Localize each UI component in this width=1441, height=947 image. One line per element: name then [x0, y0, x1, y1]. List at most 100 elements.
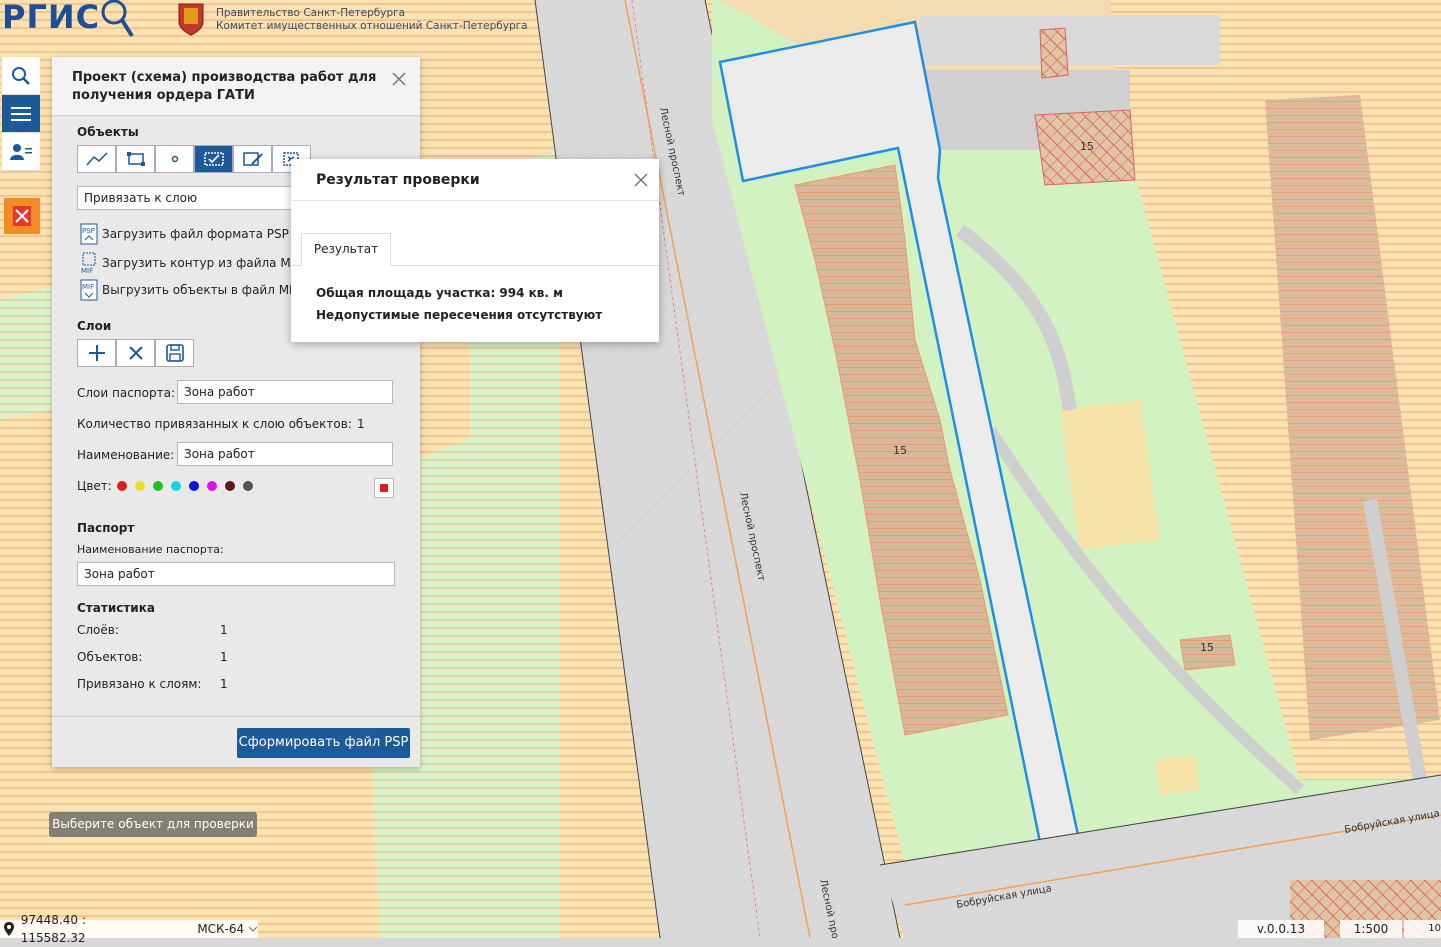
logo-text: РГИС: [2, 0, 101, 36]
passport-layers-select[interactable]: Зона работ: [177, 380, 393, 404]
user-button[interactable]: [2, 133, 40, 171]
load-mif-label: Загрузить контур из файла MIF: [102, 256, 302, 270]
psp-file-icon: PSP: [80, 223, 98, 245]
select-area-icon: [203, 152, 224, 166]
stat-layers-value: 1: [220, 623, 228, 637]
save-layer-button[interactable]: [155, 339, 194, 367]
passport-name-value: Зона работ: [84, 567, 155, 581]
stat-objects-value: 1: [220, 650, 228, 664]
generate-psp-button[interactable]: Сформировать файл PSP: [237, 728, 410, 758]
layer-tools: [77, 339, 194, 367]
draw-line-button[interactable]: [77, 145, 116, 173]
bound-count-value: 1: [357, 417, 365, 431]
load-psp-link[interactable]: PSP Загрузить файл формата PSP: [80, 223, 289, 245]
mif-contour-icon: MIF: [81, 252, 96, 275]
gov-line-1: Правительство Санкт-Петербурга: [216, 7, 406, 19]
edit-polygon-button[interactable]: [233, 145, 272, 173]
selected-color-fill: [380, 484, 388, 492]
rectangle-icon: [126, 152, 145, 166]
scale-label: 1:500: [1340, 920, 1402, 938]
svg-text:PSP: PSP: [82, 227, 95, 235]
map-label-b: 15: [893, 444, 907, 457]
color-swatch-8[interactable]: [243, 481, 253, 491]
load-mif-link[interactable]: MIF Загрузить контур из файла MIF: [80, 251, 301, 275]
coords-bar: 97448.40 : 115582.32 МСК-64: [0, 913, 258, 945]
dialog-title: Результат проверки: [316, 172, 480, 188]
search-button[interactable]: [2, 57, 40, 95]
layer-name-value: Зона работ: [184, 447, 255, 461]
logo-magnifier-icon: [101, 0, 134, 38]
coords-value: 97448.40 : 115582.32: [20, 913, 86, 945]
panel-divider: [52, 716, 420, 717]
map-label-c: 15: [1200, 641, 1214, 654]
scale-extra-label: 10: [1404, 920, 1441, 938]
bind-layer-label: Привязать к слою: [84, 191, 198, 205]
edit-shape-icon: [242, 152, 263, 166]
crs-select[interactable]: МСК-64: [197, 920, 244, 938]
add-layer-button[interactable]: [77, 339, 116, 367]
location-pin-icon: [4, 922, 14, 936]
stats-section-title: Статистика: [77, 601, 155, 615]
stat-bound-label: Привязано к слоям:: [77, 677, 202, 691]
panel-header: Проект (схема) производства работ для по…: [52, 57, 420, 116]
color-swatch-1[interactable]: [117, 481, 127, 491]
color-swatch-5[interactable]: [189, 481, 199, 491]
layers-section-title: Слои: [77, 319, 112, 333]
menu-icon: [11, 106, 31, 121]
color-swatch-6[interactable]: [207, 481, 217, 491]
map-label-a: 15: [1080, 140, 1094, 153]
version-label: v.0.0.13: [1238, 920, 1324, 938]
draw-tools: [77, 145, 311, 173]
color-palette: [117, 481, 253, 491]
menu-button[interactable]: [2, 95, 40, 133]
passport-name-input[interactable]: Зона работ: [77, 562, 395, 586]
objects-section-title: Объекты: [77, 125, 139, 139]
passport-section-title: Паспорт: [77, 521, 135, 535]
color-swatch-2[interactable]: [135, 481, 145, 491]
dialog-divider: [291, 200, 659, 201]
delete-layer-button[interactable]: [116, 339, 155, 367]
mif-export-icon: MIF: [80, 279, 98, 301]
panel-title: Проект (схема) производства работ для по…: [72, 70, 377, 103]
color-swatch-4[interactable]: [171, 481, 181, 491]
spb-coat-of-arms-icon: [178, 3, 204, 36]
draw-rect-button[interactable]: [116, 145, 155, 173]
search-icon: [12, 66, 30, 85]
passport-layers-label: Слои паспорта:: [77, 386, 175, 400]
spb-emblem-icon: [13, 206, 31, 226]
intersection-result: Недопустимые пересечения отсутствуют: [316, 308, 603, 322]
polyline-icon: [85, 152, 108, 166]
color-label: Цвет:: [77, 479, 112, 493]
tab-result[interactable]: Результат: [301, 233, 391, 266]
select-polygon-button[interactable]: [194, 145, 233, 173]
stat-objects-label: Объектов:: [77, 650, 143, 664]
passport-name-label: Наименование паспорта:: [77, 543, 224, 556]
name-label: Наименование:: [77, 448, 175, 462]
svg-text:MIF: MIF: [81, 267, 93, 275]
close-icon: [128, 346, 143, 360]
color-swatch-3[interactable]: [153, 481, 163, 491]
chevron-down-icon: [248, 926, 258, 932]
color-swatch-7[interactable]: [225, 481, 235, 491]
layers-emblem-button[interactable]: [4, 198, 40, 234]
selected-color-swatch[interactable]: [374, 478, 394, 498]
select-object-tooltip: Выберите объект для проверки: [49, 812, 257, 837]
stat-layers-label: Слоёв:: [77, 623, 119, 637]
area-result: Общая площадь участка: 994 кв. м: [316, 286, 563, 300]
point-icon: [171, 155, 178, 163]
stat-bound-value: 1: [220, 677, 228, 691]
gov-caption: Правительство Санкт-Петербурга Комитет и…: [216, 7, 528, 33]
draw-point-button[interactable]: [155, 145, 194, 173]
panel-close-icon[interactable]: [392, 72, 406, 86]
export-mif-link[interactable]: MIF Выгрузить объекты в файл MIF: [80, 279, 300, 301]
check-result-dialog: Результат проверки Результат Общая площа…: [291, 159, 659, 342]
export-mif-label: Выгрузить объекты в файл MIF: [102, 283, 300, 297]
user-list-icon: [10, 143, 32, 160]
plus-icon: [88, 345, 105, 361]
save-icon: [165, 344, 184, 362]
left-toolbar: [2, 57, 40, 171]
gov-line-2: Комитет имущественных отношений Санкт-Пе…: [216, 20, 528, 32]
layer-name-input[interactable]: Зона работ: [177, 442, 393, 466]
dialog-close-icon[interactable]: [634, 173, 648, 187]
rgis-logo[interactable]: РГИС: [2, 0, 100, 36]
